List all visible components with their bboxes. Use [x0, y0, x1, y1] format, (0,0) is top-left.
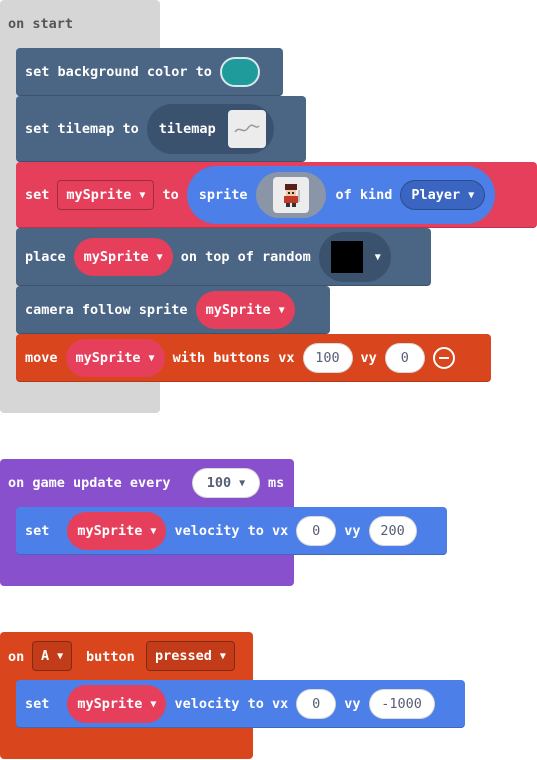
place-sprite-var-dropdown[interactable]: mySprite ▼	[73, 238, 173, 276]
sprite-reporter[interactable]: sprite of kind Player ▼	[186, 166, 496, 224]
set-sprite-label: set	[25, 187, 50, 203]
chevron-down-icon: ▼	[150, 698, 157, 710]
velocity-vy-label: vy	[344, 523, 361, 539]
velocity-vx-input[interactable]: 0	[296, 689, 337, 719]
tilemap-label: tilemap	[158, 121, 216, 137]
velocity-to-label: velocity to vx	[174, 523, 289, 539]
move-vy-label: vy	[360, 350, 377, 366]
interval-unit-label: ms	[268, 475, 285, 491]
sprite-label: sprite	[198, 187, 248, 203]
kind-label: Player	[411, 187, 461, 203]
game-update-label: on game update every	[8, 475, 171, 491]
tile-picker-dropdown[interactable]: ▼	[318, 232, 391, 282]
button-event-dropdown[interactable]: pressed ▼	[146, 641, 235, 671]
interval-value: 100	[206, 475, 232, 491]
button-event-label: pressed	[155, 648, 212, 664]
move-vx-input[interactable]: 100	[302, 343, 353, 373]
remove-minus-icon[interactable]	[432, 347, 455, 369]
button-choice-label: A	[41, 648, 50, 664]
camera-follow-block[interactable]: camera follow sprite mySprite ▼	[16, 286, 330, 334]
button-set-velocity-block[interactable]: set mySprite ▼ velocity to vx 0 vy -1000	[16, 680, 465, 728]
camera-sprite-var-dropdown[interactable]: mySprite ▼	[195, 291, 295, 329]
chevron-down-icon: ▼	[156, 251, 163, 263]
chevron-down-icon: ▼	[278, 304, 285, 316]
chevron-down-icon: ▼	[239, 477, 246, 489]
set-velocity-label: set	[25, 696, 50, 712]
set-sprite-block[interactable]: set mySprite ▼ to sprite of kind Player …	[16, 162, 537, 228]
chevron-down-icon: ▼	[219, 650, 226, 662]
set-tilemap-block[interactable]: set tilemap to tilemap	[16, 96, 306, 162]
set-background-label: set background color to	[25, 64, 212, 80]
move-label: move	[25, 350, 58, 366]
velocity-sprite-var-dropdown[interactable]: mySprite ▼	[67, 685, 167, 723]
chevron-down-icon: ▼	[468, 189, 475, 201]
camera-follow-label: camera follow sprite	[25, 302, 188, 318]
set-velocity-label: set	[25, 523, 50, 539]
sprite-var-label: mySprite	[66, 187, 132, 203]
button-choice-dropdown[interactable]: A ▼	[32, 641, 73, 671]
interval-dropdown[interactable]: 100 ▼	[192, 468, 260, 498]
velocity-vy-input[interactable]: -1000	[368, 689, 435, 719]
button-label: button	[86, 649, 135, 665]
velocity-vy-input[interactable]: 200	[368, 516, 417, 546]
place-sprite-block[interactable]: place mySprite ▼ on top of random ▼	[16, 228, 431, 286]
place-sprite-var-label: mySprite	[83, 249, 149, 265]
velocity-sprite-var-dropdown[interactable]: mySprite ▼	[67, 512, 167, 550]
on-top-label: on top of random	[180, 249, 311, 265]
background-color-swatch[interactable]	[219, 57, 260, 87]
set-background-block[interactable]: set background color to	[16, 48, 283, 96]
of-kind-label: of kind	[335, 187, 393, 203]
on-start-label: on start	[8, 16, 74, 32]
set-tilemap-label: set tilemap to	[25, 121, 139, 137]
chevron-down-icon: ▼	[374, 251, 381, 263]
button-event-on-label: on	[8, 649, 25, 665]
velocity-vy-label: vy	[344, 696, 361, 712]
velocity-sprite-var-label: mySprite	[77, 523, 143, 539]
velocity-sprite-var-label: mySprite	[77, 696, 143, 712]
place-label: place	[25, 249, 66, 265]
game-update-set-velocity-block[interactable]: set mySprite ▼ velocity to vx 0 vy 200	[16, 507, 447, 555]
with-buttons-label: with buttons vx	[172, 350, 295, 366]
velocity-to-label: velocity to vx	[174, 696, 289, 712]
kind-dropdown[interactable]: Player ▼	[400, 180, 486, 210]
to-label: to	[162, 187, 179, 203]
sprite-image-icon[interactable]	[255, 172, 326, 218]
chevron-down-icon: ▼	[150, 525, 157, 537]
move-sprite-var-dropdown[interactable]: mySprite ▼	[65, 339, 165, 377]
move-sprite-var-label: mySprite	[75, 350, 141, 366]
tilemap-preview-icon[interactable]	[227, 110, 266, 148]
sprite-var-dropdown[interactable]: mySprite ▼	[57, 180, 155, 210]
move-with-buttons-block[interactable]: move mySprite ▼ with buttons vx 100 vy 0	[16, 334, 491, 382]
camera-sprite-var-label: mySprite	[205, 302, 271, 318]
chevron-down-icon: ▼	[57, 650, 64, 662]
chevron-down-icon: ▼	[148, 352, 155, 364]
tilemap-reporter[interactable]: tilemap	[146, 104, 274, 154]
tile-swatch	[330, 241, 363, 273]
chevron-down-icon: ▼	[139, 189, 146, 201]
velocity-vx-input[interactable]: 0	[296, 516, 337, 546]
move-vy-input[interactable]: 0	[384, 343, 425, 373]
